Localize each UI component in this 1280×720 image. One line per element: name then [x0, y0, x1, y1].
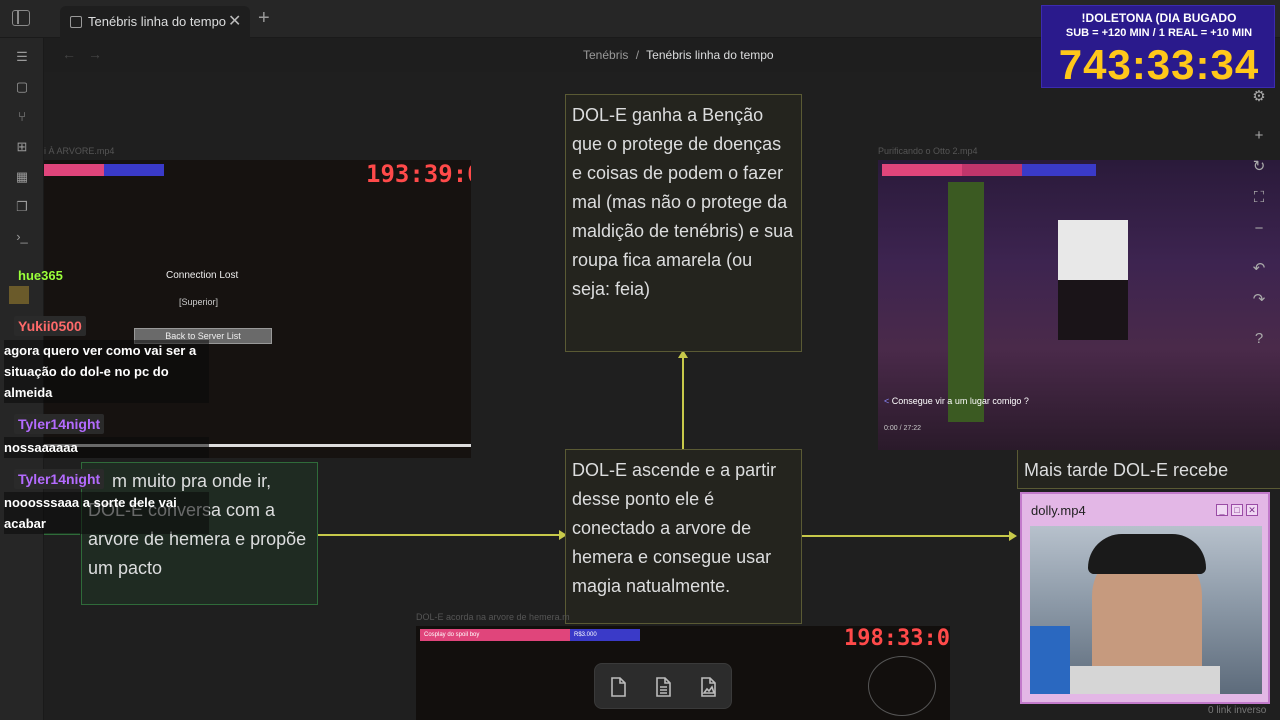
- card-mais-tarde[interactable]: Mais tarde DOL-E recebe: [1017, 449, 1280, 489]
- player-head: [1058, 220, 1128, 280]
- calendar-icon[interactable]: ▦: [15, 170, 29, 184]
- chat-emote-icon: [9, 286, 29, 304]
- chat-name-1: hue365: [18, 268, 63, 283]
- hud-bar-pink: [44, 164, 104, 176]
- video-right-subtitle: < Consegue vir a um lugar comigo ?: [884, 396, 1029, 406]
- edge-arrowhead-right-2: [1009, 531, 1017, 541]
- superior-text: [Superior]: [179, 297, 219, 307]
- copy-icon[interactable]: ❐: [15, 200, 29, 214]
- terminal-icon[interactable]: ›_: [15, 230, 29, 244]
- hud-bar-bottom-blue: R$3.000: [570, 629, 640, 641]
- help-icon[interactable]: ?: [1248, 328, 1270, 350]
- timer-title: !DOLETONA (DIA BUGADO: [1081, 11, 1237, 25]
- streamer-hair: [1088, 534, 1206, 574]
- list-icon[interactable]: ☰: [15, 50, 29, 64]
- card-mais-tarde-text: Mais tarde DOL-E recebe: [1024, 460, 1229, 480]
- hud-bar-mid-right: [962, 164, 1022, 176]
- chat-message-2: agora quero ver como vai ser a situação …: [4, 340, 209, 403]
- back-icon[interactable]: ←: [62, 46, 76, 62]
- card-bencao[interactable]: DOL-E ganha a Benção que o protege de do…: [565, 94, 802, 352]
- close-icon[interactable]: ✕: [228, 11, 241, 31]
- connection-lost-text: Connection Lost: [166, 270, 239, 281]
- subathon-timer: !DOLETONA (DIA BUGADO SUB = +120 MIN / 1…: [1041, 5, 1275, 88]
- breadcrumb-parent[interactable]: Tenébris: [583, 48, 628, 62]
- fit-icon[interactable]: ⛶: [1248, 187, 1270, 209]
- chat-message-3: nossaaaaaa: [4, 437, 209, 458]
- video-bottom-timer: 198:33:03: [844, 626, 950, 651]
- video-left[interactable]: 193:39:06 Connection Lost [Superior] Bac…: [44, 160, 471, 458]
- chat-name-2: Yukii0500: [14, 316, 86, 336]
- reset-icon[interactable]: ↻: [1248, 156, 1270, 178]
- sidebar-toggle-icon[interactable]: [12, 10, 30, 26]
- edge-vertical: [682, 357, 684, 450]
- chat-name-4: Tyler14night: [14, 469, 105, 489]
- streamer-shirt: [1070, 666, 1220, 694]
- hud-bar-bottom-pink: Cosplay do spoil boy: [420, 629, 570, 641]
- zoom-in-icon[interactable]: +: [1248, 125, 1270, 147]
- new-note-icon[interactable]: [607, 676, 629, 698]
- minimize-icon: _: [1216, 504, 1228, 516]
- graph-icon[interactable]: ⑂: [15, 110, 29, 124]
- video-left-timer: 193:39:06: [366, 160, 471, 188]
- video-right-time: 0:00 / 27:22: [884, 425, 921, 432]
- redo-icon[interactable]: ↷: [1248, 289, 1270, 311]
- maximize-icon: □: [1231, 504, 1243, 516]
- video-left-caption: i À ARVORE.mp4: [44, 146, 115, 156]
- settings-icon[interactable]: ⚙: [1248, 86, 1270, 108]
- tab-active[interactable]: Tenébris linha do tempo ✕: [60, 6, 250, 38]
- zoom-out-icon[interactable]: −: [1248, 218, 1270, 240]
- card-bencao-text: DOL-E ganha a Benção que o protege de do…: [572, 105, 794, 299]
- chair: [1030, 626, 1070, 694]
- card-ascende[interactable]: DOL-E ascende e a partir desse ponto ele…: [565, 449, 802, 624]
- file-icon[interactable]: ▢: [15, 80, 29, 94]
- subtitle-text: Consegue vir a um lugar comigo ?: [891, 396, 1029, 406]
- canvas-icon: [70, 16, 82, 28]
- minimap: [868, 656, 936, 716]
- chat-name-3: Tyler14night: [14, 414, 105, 434]
- hud-bar-pink-right: [882, 164, 962, 176]
- edge-pacto-ascende: [318, 534, 562, 536]
- video-bottom-caption: DOL-E acorda na arvore de hemera.m: [416, 612, 570, 622]
- forward-icon[interactable]: →: [88, 46, 102, 62]
- video-right[interactable]: < Consegue vir a um lugar comigo ? 0:00 …: [878, 160, 1280, 450]
- add-media-icon[interactable]: [697, 676, 719, 698]
- webcam-title: dolly.mp4: [1031, 503, 1086, 518]
- breadcrumb: Tenébris / Tenébris linha do tempo: [583, 48, 774, 62]
- webcam-view: [1030, 526, 1262, 694]
- timer-subtitle: SUB = +120 MIN / 1 REAL = +10 MIN: [1065, 27, 1253, 39]
- hud-bar-blue: [104, 164, 164, 176]
- undo-icon[interactable]: ↶: [1248, 258, 1270, 280]
- vine-decoration: [948, 182, 984, 422]
- canvas-toolbar: [594, 663, 732, 709]
- video-right-caption: Purificando o Otto 2.mp4: [878, 146, 978, 156]
- edge-ascende-mais-tarde: [802, 535, 1012, 537]
- close-icon: ✕: [1246, 504, 1258, 516]
- hud-bottom-value: R$3.000: [574, 632, 597, 638]
- hud-bottom-label: Cosplay do spoil boy: [424, 632, 480, 638]
- breadcrumb-separator: /: [635, 48, 640, 62]
- chat-message-4: nooosssaaa a sorte dele vai acabar: [4, 492, 209, 534]
- timer-value: 743:33:34: [1058, 41, 1260, 88]
- breadcrumb-current: Tenébris linha do tempo: [646, 48, 774, 62]
- grid-icon[interactable]: ⊞: [15, 140, 29, 154]
- backlink-count: 0 link inverso: [1208, 705, 1267, 716]
- card-ascende-text: DOL-E ascende e a partir desse ponto ele…: [572, 460, 777, 596]
- tab-label: Tenébris linha do tempo: [88, 14, 227, 29]
- add-file-icon[interactable]: [652, 676, 674, 698]
- hud-bar-blue-right: [1022, 164, 1096, 176]
- webcam-window: dolly.mp4 _ □ ✕: [1020, 492, 1270, 704]
- new-tab-icon[interactable]: +: [258, 7, 270, 30]
